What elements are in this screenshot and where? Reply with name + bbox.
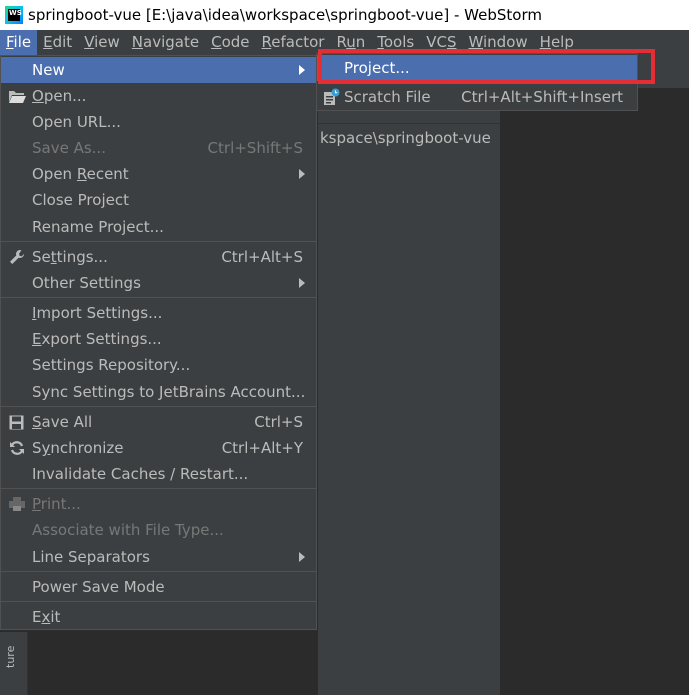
- menu-item-sync-settings[interactable]: Sync Settings to JetBrains Account...: [1, 379, 316, 405]
- menu-item-other-settings[interactable]: Other Settings: [1, 270, 316, 296]
- menu-item-settings-repository[interactable]: Settings Repository...: [1, 352, 316, 378]
- file-menu-dropdown: New Open... Open URL... Save As... Ctrl+…: [0, 55, 317, 630]
- window-title: springboot-vue [E:\java\idea\workspace\s…: [28, 6, 542, 24]
- menu-item-export-settings[interactable]: Export Settings...: [1, 326, 316, 352]
- menu-item-save-as[interactable]: Save As... Ctrl+Shift+S: [1, 135, 316, 161]
- menu-item-line-separators[interactable]: Line Separators: [1, 544, 316, 570]
- menu-item-power-save-mode[interactable]: Power Save Mode: [1, 574, 316, 600]
- structure-tool-tab[interactable]: ture: [4, 646, 17, 668]
- menu-separator: [1, 488, 316, 489]
- menu-item-close-project[interactable]: Close Project: [1, 187, 316, 213]
- menu-item-synchronize[interactable]: Synchronize Ctrl+Alt+Y: [1, 435, 316, 461]
- menu-item-import-settings[interactable]: Import Settings...: [1, 300, 316, 326]
- submenu-arrow-icon: [299, 278, 305, 288]
- new-icon-slot: [1, 57, 32, 83]
- menu-navigate[interactable]: Navigate: [126, 30, 205, 55]
- menu-item-open[interactable]: Open...: [1, 83, 316, 109]
- menu-separator: [1, 571, 316, 572]
- menu-item-rename-project[interactable]: Rename Project...: [1, 214, 316, 240]
- menu-item-new[interactable]: New: [1, 57, 316, 83]
- menu-file[interactable]: File: [0, 30, 38, 55]
- menu-item-associate-file-type[interactable]: Associate with File Type...: [1, 517, 316, 543]
- save-all-icon: [1, 409, 32, 435]
- menu-separator: [1, 241, 316, 242]
- project-root-path[interactable]: kspace\springboot-vue: [320, 129, 491, 147]
- menu-view[interactable]: View: [78, 30, 126, 55]
- menu-edit[interactable]: Edit: [37, 30, 78, 55]
- title-bar: WS springboot-vue [E:\java\idea\workspac…: [0, 0, 689, 30]
- highlight-annotation-box: [318, 49, 655, 84]
- menu-item-save-all[interactable]: Save All Ctrl+S: [1, 409, 316, 435]
- submenu-arrow-icon: [299, 169, 305, 179]
- menu-separator: [1, 406, 316, 407]
- menu-item-open-recent[interactable]: Open Recent: [1, 161, 316, 187]
- scratch-file-icon: [317, 84, 344, 110]
- submenu-item-scratch-file[interactable]: Scratch File Ctrl+Alt+Shift+Insert: [317, 84, 637, 110]
- menu-separator: [1, 601, 316, 602]
- refresh-icon: [1, 435, 32, 461]
- wrench-icon: [1, 244, 32, 270]
- editor-area: [500, 88, 689, 695]
- menu-item-invalidate-caches[interactable]: Invalidate Caches / Restart...: [1, 461, 316, 487]
- printer-icon: [1, 491, 32, 517]
- menu-item-print[interactable]: Print...: [1, 491, 316, 517]
- menu-item-settings[interactable]: Settings... Ctrl+Alt+S: [1, 244, 316, 270]
- submenu-arrow-icon: [299, 552, 305, 562]
- menu-code[interactable]: Code: [205, 30, 255, 55]
- menu-item-exit[interactable]: Exit: [1, 604, 316, 630]
- webstorm-logo-icon: WS: [5, 6, 23, 24]
- menu-separator: [1, 297, 316, 298]
- project-tool-window: kspace\springboot-vue: [318, 55, 500, 695]
- menu-item-open-url[interactable]: Open URL...: [1, 109, 316, 135]
- folder-open-icon: [1, 83, 32, 109]
- submenu-arrow-icon: [299, 65, 305, 75]
